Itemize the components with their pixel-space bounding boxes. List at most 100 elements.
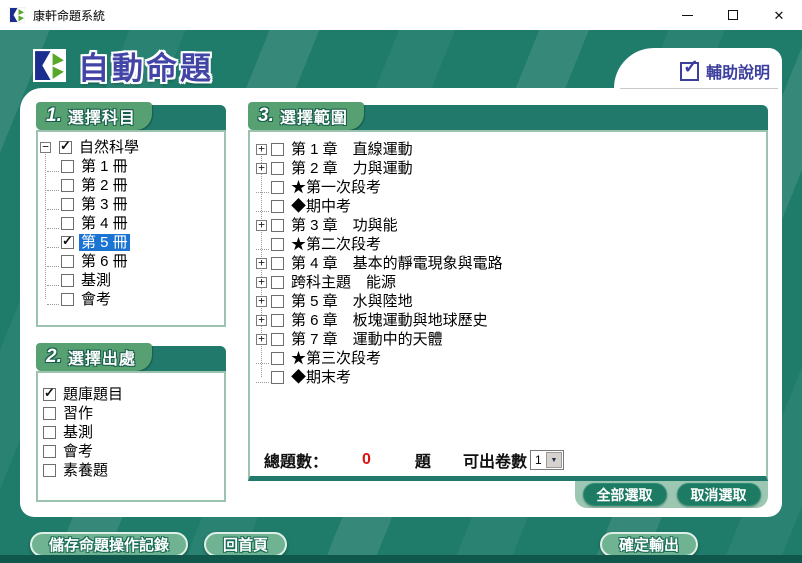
tree-item[interactable]: 第 1 冊 [40, 157, 224, 176]
confirm-output-button[interactable]: 確定輸出 [600, 532, 698, 557]
tree-item-label[interactable]: 習作 [61, 405, 95, 422]
checkbox[interactable] [271, 238, 284, 251]
tree-item[interactable]: 第 6 冊 [40, 252, 224, 271]
list-item[interactable]: 基測 [43, 423, 224, 442]
checkbox[interactable] [271, 162, 284, 175]
tree-item[interactable]: + 第 4 章 基本的靜電現象與電路 [256, 254, 766, 273]
help-button[interactable]: ✓ 輔助說明 [680, 59, 770, 83]
checkbox[interactable] [43, 464, 56, 477]
checkbox[interactable] [61, 179, 74, 192]
tree-item-label[interactable]: 第 1 章 直線運動 [289, 141, 415, 158]
tree-item[interactable]: ★第二次段考 [256, 235, 766, 254]
checkbox[interactable] [271, 219, 284, 232]
tree-item[interactable]: + 第 7 章 運動中的天體 [256, 330, 766, 349]
tree-item[interactable]: 基測 [40, 271, 224, 290]
tree-item[interactable]: + 第 6 章 板塊運動與地球歷史 [256, 311, 766, 330]
checkbox[interactable]: ✓ [43, 388, 56, 401]
save-record-button[interactable]: 儲存命題操作記錄 [30, 532, 188, 557]
tree-item-label[interactable]: 第 4 章 基本的靜電現象與電路 [289, 255, 505, 272]
checkbox[interactable] [61, 217, 74, 230]
tree-item[interactable]: 第 4 冊 [40, 214, 224, 233]
expand-toggle-icon[interactable]: + [256, 258, 267, 269]
tree-item-root[interactable]: −✓ 自然科學 [40, 138, 224, 157]
list-item[interactable]: 習作 [43, 404, 224, 423]
tree-item[interactable]: + 第 5 章 水與陸地 [256, 292, 766, 311]
tree-item-label[interactable]: 跨科主題 能源 [289, 274, 398, 291]
expand-toggle-icon[interactable]: + [256, 296, 267, 307]
tree-item[interactable]: ★第三次段考 [256, 349, 766, 368]
checkbox[interactable] [271, 333, 284, 346]
checkbox[interactable] [271, 314, 284, 327]
checkbox[interactable] [61, 293, 74, 306]
list-item[interactable]: 素養題 [43, 461, 224, 480]
tree-item-label[interactable]: ◆期末考 [289, 369, 353, 386]
tree-item-label[interactable]: 自然科學 [77, 139, 141, 156]
tree-item[interactable]: 會考 [40, 290, 224, 309]
tree-item[interactable]: 第 3 冊 [40, 195, 224, 214]
checkbox[interactable]: ✓ [61, 236, 74, 249]
tree-item-label[interactable]: 第 1 冊 [79, 158, 130, 175]
list-item[interactable]: 會考 [43, 442, 224, 461]
tree-item-label[interactable]: ★第三次段考 [289, 350, 383, 367]
tree-item-label[interactable]: 第 2 冊 [79, 177, 130, 194]
expand-toggle-icon[interactable]: + [256, 334, 267, 345]
checkbox[interactable] [271, 352, 284, 365]
tree-item[interactable]: 第 2 冊 [40, 176, 224, 195]
tree-item-label[interactable]: 第 2 章 力與運動 [289, 160, 415, 177]
tree-item-label[interactable]: 會考 [61, 443, 95, 460]
expand-toggle-icon[interactable]: + [256, 220, 267, 231]
checkbox[interactable] [43, 426, 56, 439]
tree-item-label[interactable]: 第 6 冊 [79, 253, 130, 270]
paper-count-select[interactable]: 1 ▼ [530, 450, 564, 470]
tree-item-label[interactable]: 素養題 [61, 462, 110, 479]
tree-item-label[interactable]: ★第二次段考 [289, 236, 383, 253]
tree-item[interactable]: + 第 2 章 力與運動 [256, 159, 766, 178]
tree-item-label[interactable]: ★第一次段考 [289, 179, 383, 196]
list-item[interactable]: ✓ 題庫題目 [43, 385, 224, 404]
checkbox[interactable] [271, 143, 284, 156]
checkbox[interactable] [271, 295, 284, 308]
checkbox[interactable] [61, 198, 74, 211]
checkbox[interactable] [43, 445, 56, 458]
minimize-button[interactable] [664, 0, 710, 30]
expand-toggle-icon[interactable]: + [256, 277, 267, 288]
tree-item-label[interactable]: 基測 [79, 272, 113, 289]
checkbox[interactable] [271, 257, 284, 270]
checkbox[interactable] [43, 407, 56, 420]
dropdown-arrow-icon[interactable]: ▼ [546, 452, 562, 468]
tree-item-label[interactable]: 第 5 章 水與陸地 [289, 293, 415, 310]
tree-item-label[interactable]: ◆期中考 [289, 198, 353, 215]
select-all-button[interactable]: 全部選取 [583, 483, 667, 506]
tree-item-label[interactable]: 第 5 冊 [79, 234, 130, 251]
checkbox[interactable] [271, 371, 284, 384]
tree-item[interactable]: ✓ 第 5 冊 [40, 233, 224, 252]
maximize-button[interactable] [710, 0, 756, 30]
deselect-button[interactable]: 取消選取 [677, 483, 761, 506]
expand-toggle-icon[interactable]: + [256, 315, 267, 326]
collapse-toggle-icon[interactable]: − [40, 142, 51, 153]
close-button[interactable]: ✕ [756, 0, 802, 30]
tree-item-label[interactable]: 第 3 冊 [79, 196, 130, 213]
tree-item-label[interactable]: 題庫題目 [61, 386, 125, 403]
tree-item-label[interactable]: 第 3 章 功與能 [289, 217, 400, 234]
checkbox[interactable]: ✓ [59, 141, 72, 154]
tree-item[interactable]: + 第 3 章 功與能 [256, 216, 766, 235]
home-button[interactable]: 回首頁 [204, 532, 287, 557]
tree-item-label[interactable]: 基測 [61, 424, 95, 441]
checkbox[interactable] [271, 276, 284, 289]
expand-toggle-icon[interactable]: + [256, 163, 267, 174]
checkbox[interactable] [61, 274, 74, 287]
tree-item[interactable]: ◆期中考 [256, 197, 766, 216]
checkbox[interactable] [61, 255, 74, 268]
tree-item[interactable]: ★第一次段考 [256, 178, 766, 197]
checkbox[interactable] [271, 181, 284, 194]
tree-item[interactable]: + 第 1 章 直線運動 [256, 140, 766, 159]
checkbox[interactable] [61, 160, 74, 173]
tree-item[interactable]: + 跨科主題 能源 [256, 273, 766, 292]
expand-toggle-icon[interactable]: + [256, 144, 267, 155]
tree-item-label[interactable]: 第 7 章 運動中的天體 [289, 331, 445, 348]
tree-item-label[interactable]: 會考 [79, 291, 113, 308]
tree-item-label[interactable]: 第 6 章 板塊運動與地球歷史 [289, 312, 490, 329]
tree-item[interactable]: ◆期末考 [256, 368, 766, 387]
checkbox[interactable] [271, 200, 284, 213]
